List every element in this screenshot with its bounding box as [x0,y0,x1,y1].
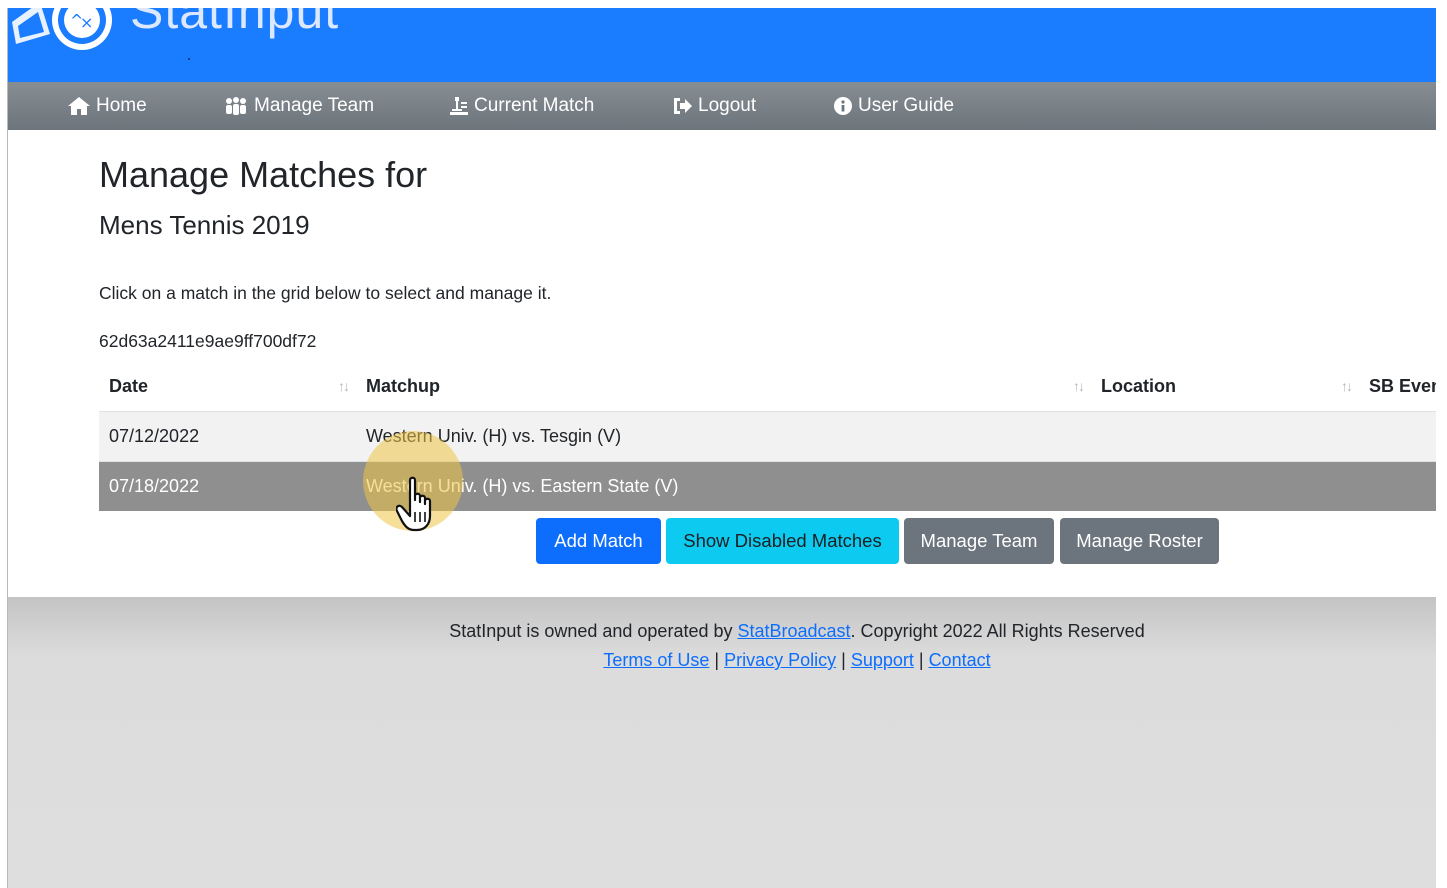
matches-table: Date ↑↓ Matchup ↑↓ Location ↑↓ SB Even 0… [99,362,1436,511]
nav-logout[interactable]: Logout [672,82,756,130]
footer-separator: | [836,650,851,670]
statbroadcast-link[interactable]: StatBroadcast [737,621,850,641]
footer-separator: | [709,650,725,670]
footer-separator: | [913,650,929,670]
cell-location [1091,461,1359,511]
nav-manage-team[interactable]: Manage Team [224,82,374,130]
sort-icon[interactable]: ↑↓ [1073,378,1085,394]
statinput-logo-icon[interactable]: ^ × [10,8,130,52]
contact-link[interactable]: Contact [929,650,991,670]
team-icon [226,97,246,115]
cell-sb-event [1359,461,1436,511]
logout-icon [674,98,692,114]
show-disabled-matches-button[interactable]: Show Disabled Matches [666,518,899,564]
footer-text-after: . Copyright 2022 All Rights Reserved [850,621,1145,641]
column-header-label: Matchup [366,376,440,396]
terms-of-use-link[interactable]: Terms of Use [603,650,709,670]
column-header-location[interactable]: Location ↑↓ [1091,362,1359,412]
table-row[interactable]: 07/12/2022 Western Univ. (H) vs. Tesgin … [99,411,1436,462]
team-name: Mens Tennis 2019 [99,210,310,240]
home-icon [68,97,90,115]
column-header-matchup[interactable]: Matchup ↑↓ [356,362,1091,412]
cell-matchup: Western Univ. (H) vs. Tesgin (V) [356,411,1091,462]
nav-home-label: Home [96,95,147,116]
cell-location [1091,411,1359,462]
sort-icon[interactable]: ↑↓ [338,378,350,394]
nav-logout-label: Logout [698,95,757,116]
nav-user-guide-label: User Guide [858,95,955,116]
cell-matchup: Western Univ. (H) vs. Eastern State (V) [356,461,1091,511]
banner-dot [188,58,190,60]
column-header-label: SB Even [1369,376,1436,396]
cell-sb-event [1359,411,1436,462]
app-frame: ^ × StatInput Home Manage Team Current M… [7,8,1436,888]
footer: StatInput is owned and operated by StatB… [8,597,1436,888]
cell-date: 07/12/2022 [99,411,356,462]
support-link[interactable]: Support [851,650,914,670]
column-header-sb-event[interactable]: SB Even [1359,362,1436,412]
nav-current-match[interactable]: Current Match [450,82,594,130]
privacy-policy-link[interactable]: Privacy Policy [724,650,836,670]
footer-text-before: StatInput is owned and operated by [449,621,738,641]
column-header-label: Location [1101,376,1176,396]
nav-home[interactable]: Home [68,82,147,130]
page-title: Manage Matches for [99,154,428,195]
nav-user-guide[interactable]: User Guide [834,82,954,130]
brand-name[interactable]: StatInput [130,8,339,36]
cell-date: 07/18/2022 [99,461,356,511]
manage-team-button[interactable]: Manage Team [904,518,1054,564]
team-id: 62d63a2411e9ae9ff700df72 [99,331,317,351]
column-header-date[interactable]: Date ↑↓ [99,362,356,412]
manage-roster-button[interactable]: Manage Roster [1060,518,1219,564]
column-header-label: Date [109,376,149,396]
svg-text:×: × [80,13,93,32]
header-banner: ^ × StatInput [8,8,1436,82]
footer-links: Terms of Use | Privacy Policy | Support … [8,650,1436,671]
match-icon [450,97,468,115]
footer-copyright: StatInput is owned and operated by StatB… [8,621,1436,642]
sort-icon[interactable]: ↑↓ [1341,378,1353,394]
nav-current-match-label: Current Match [474,95,595,116]
info-icon [834,97,852,115]
table-header-row: Date ↑↓ Matchup ↑↓ Location ↑↓ SB Even [99,362,1436,412]
nav-manage-team-label: Manage Team [254,95,375,116]
main-nav: Home Manage Team Current Match Logout Us… [8,82,1436,130]
main-content: Manage Matches for Mens Tennis 2019 Clic… [8,130,1436,597]
instruction-text: Click on a match in the grid below to se… [99,283,552,303]
table-row-selected[interactable]: 07/18/2022 Western Univ. (H) vs. Eastern… [99,461,1436,511]
add-match-button[interactable]: Add Match [536,518,661,564]
